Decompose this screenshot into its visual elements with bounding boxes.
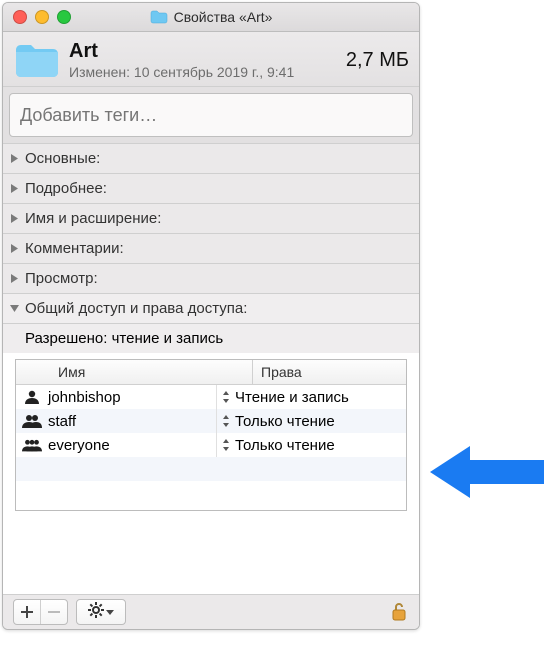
table-row[interactable]: everyone Только чтение [16,433,406,457]
tags-section [3,87,419,144]
lock-icon[interactable] [389,601,409,623]
section-label: Комментарии: [25,240,124,257]
section-label: Подробнее: [25,180,107,197]
column-privilege[interactable]: Права [253,360,406,384]
titlebar[interactable]: Свойства «Art» [3,3,419,32]
gear-icon [88,602,104,623]
privilege-value: Чтение и запись [235,389,349,406]
modified-label: Изменен: 10 сентябрь 2019 г., 9:41 [69,64,338,80]
column-name[interactable]: Имя [16,360,253,384]
zoom-icon[interactable] [57,10,71,24]
add-remove-segment [13,599,68,625]
window-title: Свойства «Art» [174,9,273,25]
section-nameext[interactable]: Имя и расширение: [3,204,419,234]
section-comments[interactable]: Комментарии: [3,234,419,264]
privilege-value: Только чтение [235,437,335,454]
callout-arrow-icon [430,446,544,498]
folder-icon [150,10,168,24]
permissions-table: Имя Права johnbishop Чтение и запись [15,359,407,511]
users-icon [22,413,42,429]
stepper-icon[interactable] [221,438,231,452]
section-label: Просмотр: [25,270,98,287]
section-general[interactable]: Основные: [3,144,419,174]
footer-toolbar [3,594,419,629]
section-label: Общий доступ и права доступа: [25,300,247,317]
folder-size: 2,7 МБ [346,49,409,72]
section-label: Имя и расширение: [25,210,161,227]
disclosure-right-icon [9,274,19,284]
disclosure-down-icon [9,304,19,314]
info-window: Свойства «Art» Art Изменен: 10 сентябрь … [2,2,420,630]
user-name: staff [48,413,76,430]
remove-button[interactable] [40,600,67,624]
folder-name: Art [69,40,338,62]
section-more[interactable]: Подробнее: [3,174,419,204]
section-preview[interactable]: Просмотр: [3,264,419,294]
window-controls [3,10,71,24]
table-header: Имя Права [16,360,406,385]
section-label: Основные: [25,150,100,167]
privilege-value: Только чтение [235,413,335,430]
table-row[interactable]: staff Только чтение [16,409,406,433]
disclosure-right-icon [9,184,19,194]
section-sharing[interactable]: Общий доступ и права доступа: [3,294,419,324]
allowed-label: Разрешено: чтение и запись [25,330,409,347]
sharing-body: Разрешено: чтение и запись [3,324,419,353]
close-icon[interactable] [13,10,27,24]
stepper-icon[interactable] [221,414,231,428]
info-header: Art Изменен: 10 сентябрь 2019 г., 9:41 2… [3,32,419,87]
user-icon [22,389,42,405]
folder-icon [13,40,61,80]
table-row[interactable]: johnbishop Чтение и запись [16,385,406,409]
table-row [16,481,406,505]
user-name: johnbishop [48,389,121,406]
disclosure-right-icon [9,214,19,224]
user-name: everyone [48,437,110,454]
minimize-icon[interactable] [35,10,49,24]
chevron-down-icon [106,603,114,621]
table-row [16,457,406,481]
disclosure-right-icon [9,244,19,254]
group-icon [22,437,42,453]
action-menu[interactable] [76,599,126,625]
stepper-icon[interactable] [221,390,231,404]
add-button[interactable] [14,600,40,624]
tags-input[interactable] [9,93,413,137]
disclosure-right-icon [9,154,19,164]
